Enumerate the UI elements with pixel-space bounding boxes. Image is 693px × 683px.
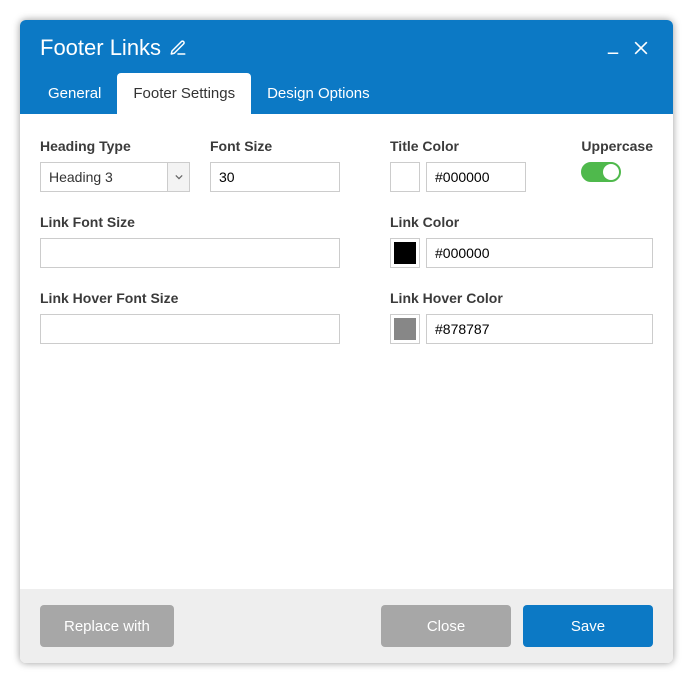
minimize-button[interactable]: [599, 34, 627, 62]
dialog-title: Footer Links: [40, 35, 161, 61]
title-color-swatch-inner: [394, 166, 416, 188]
link-font-size-input[interactable]: [40, 238, 340, 268]
field-link-font-size: Link Font Size: [40, 214, 370, 268]
dialog-header: Footer Links General Footer Settings Des…: [20, 20, 673, 114]
chevron-down-icon: [167, 163, 189, 191]
heading-type-label: Heading Type: [40, 138, 190, 154]
tabs: General Footer Settings Design Options: [20, 70, 673, 114]
link-hover-color-swatch[interactable]: [390, 314, 420, 344]
field-uppercase: Uppercase: [581, 138, 653, 192]
link-hover-font-size-input[interactable]: [40, 314, 340, 344]
tab-general[interactable]: General: [32, 73, 117, 114]
link-color-label: Link Color: [390, 214, 653, 230]
edit-icon[interactable]: [169, 39, 187, 57]
link-color-input[interactable]: [426, 238, 653, 268]
content: Heading Type Heading 3 Font Size Link Fo…: [20, 114, 673, 589]
uppercase-label: Uppercase: [581, 138, 653, 154]
link-font-size-label: Link Font Size: [40, 214, 370, 230]
left-column: Heading Type Heading 3 Font Size Link Fo…: [40, 138, 370, 569]
close-button[interactable]: Close: [381, 605, 511, 647]
font-size-input[interactable]: [210, 162, 340, 192]
field-heading-type: Heading Type Heading 3: [40, 138, 190, 192]
field-font-size: Font Size: [210, 138, 340, 192]
heading-type-select[interactable]: Heading 3: [40, 162, 190, 192]
field-title-color: Title Color: [390, 138, 551, 192]
title-color-input[interactable]: [426, 162, 526, 192]
tab-footer-settings[interactable]: Footer Settings: [117, 73, 251, 114]
heading-type-value: Heading 3: [41, 163, 167, 191]
titlebar: Footer Links: [20, 20, 673, 70]
font-size-label: Font Size: [210, 138, 340, 154]
link-hover-color-swatch-inner: [394, 318, 416, 340]
save-button[interactable]: Save: [523, 605, 653, 647]
dialog-footer: Replace with Close Save: [20, 589, 673, 663]
title-color-swatch[interactable]: [390, 162, 420, 192]
field-link-color: Link Color: [390, 214, 653, 268]
dialog: Footer Links General Footer Settings Des…: [20, 20, 673, 663]
uppercase-toggle[interactable]: [581, 162, 621, 182]
right-column: Title Color Uppercase Link C: [390, 138, 653, 569]
tab-design-options[interactable]: Design Options: [251, 73, 386, 114]
title-color-label: Title Color: [390, 138, 551, 154]
link-hover-color-label: Link Hover Color: [390, 290, 653, 306]
toggle-knob: [603, 164, 619, 180]
field-link-hover-color: Link Hover Color: [390, 290, 653, 344]
link-color-swatch[interactable]: [390, 238, 420, 268]
link-hover-color-input[interactable]: [426, 314, 653, 344]
link-color-swatch-inner: [394, 242, 416, 264]
close-window-button[interactable]: [627, 34, 655, 62]
replace-with-button[interactable]: Replace with: [40, 605, 174, 647]
field-link-hover-font-size: Link Hover Font Size: [40, 290, 370, 344]
link-hover-font-size-label: Link Hover Font Size: [40, 290, 370, 306]
